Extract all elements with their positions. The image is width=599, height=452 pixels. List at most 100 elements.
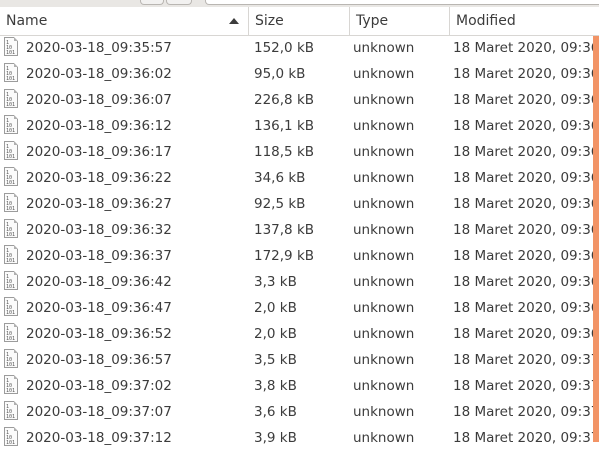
- file-type: unknown: [353, 196, 415, 212]
- file-name: 2020-03-18_09:36:12: [26, 118, 172, 134]
- location-bar[interactable]: [205, 0, 599, 5]
- file-row[interactable]: 1 10 101 2020-03-18_09:37:02 3,8 kB unknown 18…: [0, 374, 599, 400]
- file-type: unknown: [353, 170, 415, 186]
- file-type: unknown: [353, 404, 415, 420]
- file-modified: 18 Maret 2020, 09:36: [453, 144, 599, 160]
- file-type: unknown: [353, 300, 415, 316]
- file-name: 2020-03-18_09:36:37: [26, 248, 172, 264]
- file-row[interactable]: 1 10 101 2020-03-18_09:36:47 2,0 kB unknown 18…: [0, 296, 599, 322]
- file-row[interactable]: 1 10 101 2020-03-18_09:37:07 3,6 kB unknown 18…: [0, 400, 599, 426]
- file-row[interactable]: 1 10 101 2020-03-18_09:36:22 34,6 kB unknown 1…: [0, 166, 599, 192]
- file-modified: 18 Maret 2020, 09:36: [453, 118, 599, 134]
- file-size: 95,0 kB: [254, 66, 306, 82]
- binary-file-icon: 1 10 101: [4, 193, 18, 212]
- file-name: 2020-03-18_09:35:57: [26, 40, 172, 56]
- file-name: 2020-03-18_09:36:07: [26, 92, 172, 108]
- file-type: unknown: [353, 66, 415, 82]
- file-modified: 18 Maret 2020, 09:36: [453, 300, 599, 316]
- file-type: unknown: [353, 430, 415, 446]
- file-size: 137,8 kB: [254, 222, 315, 238]
- file-modified: 18 Maret 2020, 09:37: [453, 378, 599, 394]
- column-header-row: Name Size Type Modified: [0, 7, 599, 36]
- file-row[interactable]: 1 10 101 2020-03-18_09:36:07 226,8 kB unknown…: [0, 88, 599, 114]
- binary-file-icon: 1 10 101: [4, 115, 18, 134]
- file-type: unknown: [353, 326, 415, 342]
- file-size: 2,0 kB: [254, 300, 297, 316]
- file-modified: 18 Maret 2020, 09:37: [453, 404, 599, 420]
- file-row[interactable]: 1 10 101 2020-03-18_09:36:52 2,0 kB unknown 18…: [0, 322, 599, 348]
- file-type: unknown: [353, 222, 415, 238]
- binary-file-icon: 1 10 101: [4, 245, 18, 264]
- binary-file-icon: 1 10 101: [4, 375, 18, 394]
- file-name: 2020-03-18_09:37:07: [26, 404, 172, 420]
- file-size: 3,3 kB: [254, 274, 297, 290]
- binary-file-icon: 1 10 101: [4, 219, 18, 238]
- file-modified: 18 Maret 2020, 09:36: [453, 196, 599, 212]
- column-header-size[interactable]: Size: [248, 7, 349, 35]
- column-header-name-label: Name: [6, 13, 48, 29]
- file-type: unknown: [353, 352, 415, 368]
- file-size: 118,5 kB: [254, 144, 315, 160]
- file-size: 3,5 kB: [254, 352, 297, 368]
- file-row[interactable]: 1 10 101 2020-03-18_09:36:27 92,5 kB unknown 1…: [0, 192, 599, 218]
- file-modified: 18 Maret 2020, 09:36: [453, 326, 599, 342]
- file-size: 3,9 kB: [254, 430, 297, 446]
- file-size: 152,0 kB: [254, 40, 315, 56]
- binary-file-icon: 1 10 101: [4, 349, 18, 368]
- column-header-size-label: Size: [255, 13, 284, 29]
- sort-ascending-icon[interactable]: [229, 18, 239, 24]
- file-modified: 18 Maret 2020, 09:36: [453, 248, 599, 264]
- file-modified: 18 Maret 2020, 09:37: [453, 352, 599, 368]
- file-name: 2020-03-18_09:37:02: [26, 378, 172, 394]
- file-row[interactable]: 1 10 101 2020-03-18_09:36:37 172,9 kB unknown…: [0, 244, 599, 270]
- binary-file-icon: 1 10 101: [4, 89, 18, 108]
- file-row[interactable]: 1 10 101 2020-03-18_09:37:12 3,9 kB unknown 18…: [0, 426, 599, 452]
- file-modified: 18 Maret 2020, 09:37: [453, 430, 599, 446]
- file-size: 3,8 kB: [254, 378, 297, 394]
- binary-file-icon: 1 10 101: [4, 323, 18, 342]
- column-header-type[interactable]: Type: [349, 7, 449, 35]
- file-name: 2020-03-18_09:36:02: [26, 66, 172, 82]
- binary-file-icon: 1 10 101: [4, 63, 18, 82]
- file-type: unknown: [353, 144, 415, 160]
- binary-file-icon: 1 10 101: [4, 141, 18, 160]
- binary-file-icon: 1 10 101: [4, 271, 18, 290]
- file-row[interactable]: 1 10 101 2020-03-18_09:36:17 118,5 kB unknown…: [0, 140, 599, 166]
- toolbar-button[interactable]: [140, 0, 164, 5]
- file-row[interactable]: 1 10 101 2020-03-18_09:35:57 152,0 kB unknown…: [0, 36, 599, 62]
- file-type: unknown: [353, 118, 415, 134]
- file-row[interactable]: 1 10 101 2020-03-18_09:36:12 136,1 kB unknown…: [0, 114, 599, 140]
- file-size: 3,6 kB: [254, 404, 297, 420]
- file-size: 172,9 kB: [254, 248, 315, 264]
- file-row[interactable]: 1 10 101 2020-03-18_09:36:32 137,8 kB unknown…: [0, 218, 599, 244]
- scrollbar-indicator[interactable]: [593, 36, 599, 442]
- file-size: 34,6 kB: [254, 170, 306, 186]
- file-name: 2020-03-18_09:36:47: [26, 300, 172, 316]
- file-modified: 18 Maret 2020, 09:36: [453, 222, 599, 238]
- toolbar-button[interactable]: [166, 0, 192, 5]
- file-modified: 18 Maret 2020, 09:36: [453, 40, 599, 56]
- file-name: 2020-03-18_09:37:12: [26, 430, 172, 446]
- file-type: unknown: [353, 40, 415, 56]
- binary-file-icon: 1 10 101: [4, 167, 18, 186]
- file-modified: 18 Maret 2020, 09:36: [453, 66, 599, 82]
- file-name: 2020-03-18_09:36:17: [26, 144, 172, 160]
- column-header-modified[interactable]: Modified: [449, 7, 599, 35]
- column-header-type-label: Type: [356, 13, 389, 29]
- column-header-name[interactable]: Name: [0, 7, 248, 35]
- toolbar-strip: [0, 0, 599, 7]
- file-row[interactable]: 1 10 101 2020-03-18_09:36:42 3,3 kB unknown 18…: [0, 270, 599, 296]
- file-type: unknown: [353, 274, 415, 290]
- binary-file-icon: 1 10 101: [4, 297, 18, 316]
- file-name: 2020-03-18_09:36:52: [26, 326, 172, 342]
- file-name: 2020-03-18_09:36:22: [26, 170, 172, 186]
- file-list: 1 10 101 2020-03-18_09:35:57 152,0 kB unknown…: [0, 36, 599, 452]
- file-row[interactable]: 1 10 101 2020-03-18_09:36:57 3,5 kB unknown 18…: [0, 348, 599, 374]
- binary-file-icon: 1 10 101: [4, 427, 18, 446]
- file-size: 226,8 kB: [254, 92, 315, 108]
- column-header-modified-label: Modified: [456, 13, 516, 29]
- file-modified: 18 Maret 2020, 09:36: [453, 170, 599, 186]
- file-row[interactable]: 1 10 101 2020-03-18_09:36:02 95,0 kB unknown 1…: [0, 62, 599, 88]
- file-name: 2020-03-18_09:36:57: [26, 352, 172, 368]
- file-modified: 18 Maret 2020, 09:36: [453, 92, 599, 108]
